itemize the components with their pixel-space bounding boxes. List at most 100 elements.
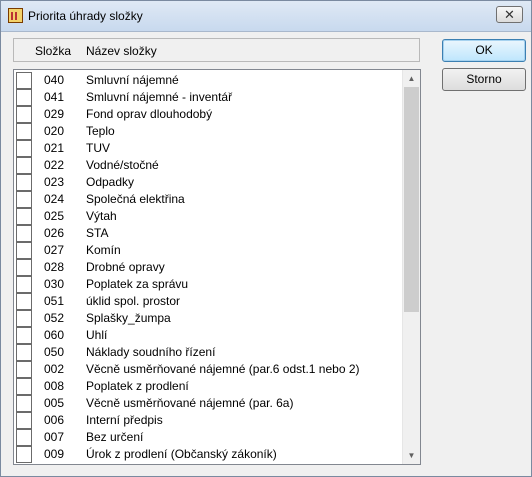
item-code: 050 bbox=[44, 345, 65, 359]
list-item[interactable]: 025 Výtah bbox=[14, 208, 404, 225]
item-name: Poplatek z prodlení bbox=[86, 379, 189, 393]
item-code: 026 bbox=[44, 226, 65, 240]
priority-checkbox[interactable] bbox=[16, 72, 32, 89]
item-code: 007 bbox=[44, 430, 65, 444]
item-name: TUV bbox=[86, 141, 110, 155]
priority-checkbox[interactable] bbox=[16, 378, 32, 395]
list-item[interactable]: 030 Poplatek za správu bbox=[14, 276, 404, 293]
column-header-name[interactable]: Název složky bbox=[86, 44, 157, 58]
list-item[interactable]: 009 Úrok z prodlení (Občanský zákoník) bbox=[14, 446, 404, 463]
priority-checkbox[interactable] bbox=[16, 327, 32, 344]
item-code: 060 bbox=[44, 328, 65, 342]
priority-checkbox[interactable] bbox=[16, 293, 32, 310]
priority-checkbox[interactable] bbox=[16, 361, 32, 378]
window-title: Priorita úhrady složky bbox=[28, 9, 143, 23]
item-name: Uhlí bbox=[86, 328, 108, 342]
item-code: 028 bbox=[44, 260, 65, 274]
dialog-client-area: Složka Název složky 040 Smluvní nájemné 04… bbox=[1, 32, 531, 476]
list-item[interactable]: 027 Komín bbox=[14, 242, 404, 259]
priority-checkbox[interactable] bbox=[16, 89, 32, 106]
priority-checkbox[interactable] bbox=[16, 344, 32, 361]
list-item[interactable]: 002 Věcně usměrňované nájemné (par.6 odst… bbox=[14, 361, 404, 378]
list-item[interactable]: 005 Věcně usměrňované nájemné (par. 6a) bbox=[14, 395, 404, 412]
list-item[interactable]: 040 Smluvní nájemné bbox=[14, 72, 404, 89]
priority-checkbox[interactable] bbox=[16, 174, 32, 191]
priority-checkbox[interactable] bbox=[16, 310, 32, 327]
dialog-window: Priorita úhrady složky ✕ Složka Název sl… bbox=[0, 0, 532, 477]
item-name: Poplatek za správu bbox=[86, 277, 189, 291]
list-item[interactable]: 007 Bez určení bbox=[14, 429, 404, 446]
item-name: úklid spol. prostor bbox=[86, 294, 181, 308]
list-item[interactable]: 028 Drobné opravy bbox=[14, 259, 404, 276]
item-name: Úrok z prodlení (Občanský zákoník) bbox=[86, 447, 277, 461]
list-item[interactable]: 029 Fond oprav dlouhodobý bbox=[14, 106, 404, 123]
item-code: 051 bbox=[44, 294, 65, 308]
item-name: Odpadky bbox=[86, 175, 135, 189]
close-button[interactable]: ✕ bbox=[496, 6, 523, 23]
item-name: Drobné opravy bbox=[86, 260, 165, 274]
item-name: Fond oprav dlouhodobý bbox=[86, 107, 213, 121]
list-item[interactable]: 006 Interní předpis bbox=[14, 412, 404, 429]
item-code: 009 bbox=[44, 447, 65, 461]
item-code: 029 bbox=[44, 107, 65, 121]
list-item[interactable]: 060 Uhlí bbox=[14, 327, 404, 344]
item-name: Výtah bbox=[86, 209, 117, 223]
item-name: Splašky_žumpa bbox=[86, 311, 171, 325]
list-item[interactable]: 041 Smluvní nájemné - inventář bbox=[14, 89, 404, 106]
item-code: 025 bbox=[44, 209, 65, 223]
list-item[interactable]: 051 úklid spol. prostor bbox=[14, 293, 404, 310]
priority-checkbox[interactable] bbox=[16, 123, 32, 140]
item-name: Věcně usměrňované nájemné (par.6 odst.1 … bbox=[86, 362, 360, 376]
priority-checkbox[interactable] bbox=[16, 191, 32, 208]
item-name: Vodné/stočné bbox=[86, 158, 159, 172]
vertical-scrollbar[interactable]: ▲ ▼ bbox=[402, 70, 420, 464]
item-name: Věcně usměrňované nájemné (par. 6a) bbox=[86, 396, 294, 410]
item-code: 052 bbox=[44, 311, 65, 325]
item-name: Smluvní nájemné bbox=[86, 73, 179, 87]
item-name: STA bbox=[86, 226, 109, 240]
item-code: 021 bbox=[44, 141, 65, 155]
app-icon bbox=[8, 8, 23, 23]
list-item[interactable]: 023 Odpadky bbox=[14, 174, 404, 191]
list-item[interactable]: 008 Poplatek z prodlení bbox=[14, 378, 404, 395]
priority-checkbox[interactable] bbox=[16, 259, 32, 276]
priority-checkbox[interactable] bbox=[16, 412, 32, 429]
ok-button[interactable]: OK bbox=[442, 39, 526, 62]
item-code: 022 bbox=[44, 158, 65, 172]
column-header-code[interactable]: Složka bbox=[35, 44, 71, 58]
list-item[interactable]: 021 TUV bbox=[14, 140, 404, 157]
item-code: 020 bbox=[44, 124, 65, 138]
priority-checkbox[interactable] bbox=[16, 225, 32, 242]
item-code: 008 bbox=[44, 379, 65, 393]
priority-checkbox[interactable] bbox=[16, 276, 32, 293]
priority-checkbox[interactable] bbox=[16, 208, 32, 225]
list-header: Složka Název složky bbox=[13, 38, 420, 62]
cancel-button[interactable]: Storno bbox=[442, 68, 526, 91]
title-bar[interactable]: Priorita úhrady složky ✕ bbox=[1, 1, 531, 32]
item-name: Teplo bbox=[86, 124, 115, 138]
list-item[interactable]: 022 Vodné/stočné bbox=[14, 157, 404, 174]
item-code: 027 bbox=[44, 243, 65, 257]
item-name: Smluvní nájemné - inventář bbox=[86, 90, 233, 104]
priority-list[interactable]: 040 Smluvní nájemné 041 Smluvní nájemné - i… bbox=[13, 69, 421, 465]
priority-checkbox[interactable] bbox=[16, 140, 32, 157]
priority-checkbox[interactable] bbox=[16, 106, 32, 123]
scroll-down-arrow-icon[interactable]: ▼ bbox=[403, 447, 420, 464]
scrollbar-thumb[interactable] bbox=[404, 87, 419, 312]
priority-checkbox[interactable] bbox=[16, 429, 32, 446]
item-name: Společná elektřina bbox=[86, 192, 185, 206]
item-name: Bez určení bbox=[86, 430, 144, 444]
item-code: 023 bbox=[44, 175, 65, 189]
list-item[interactable]: 052 Splašky_žumpa bbox=[14, 310, 404, 327]
priority-checkbox[interactable] bbox=[16, 395, 32, 412]
item-code: 002 bbox=[44, 362, 65, 376]
priority-checkbox[interactable] bbox=[16, 242, 32, 259]
item-name: Komín bbox=[86, 243, 121, 257]
priority-checkbox[interactable] bbox=[16, 157, 32, 174]
priority-checkbox[interactable] bbox=[16, 446, 32, 463]
list-item[interactable]: 026 STA bbox=[14, 225, 404, 242]
list-item[interactable]: 024 Společná elektřina bbox=[14, 191, 404, 208]
list-item[interactable]: 020 Teplo bbox=[14, 123, 404, 140]
list-item[interactable]: 050 Náklady soudního řízení bbox=[14, 344, 404, 361]
scroll-up-arrow-icon[interactable]: ▲ bbox=[403, 70, 420, 87]
